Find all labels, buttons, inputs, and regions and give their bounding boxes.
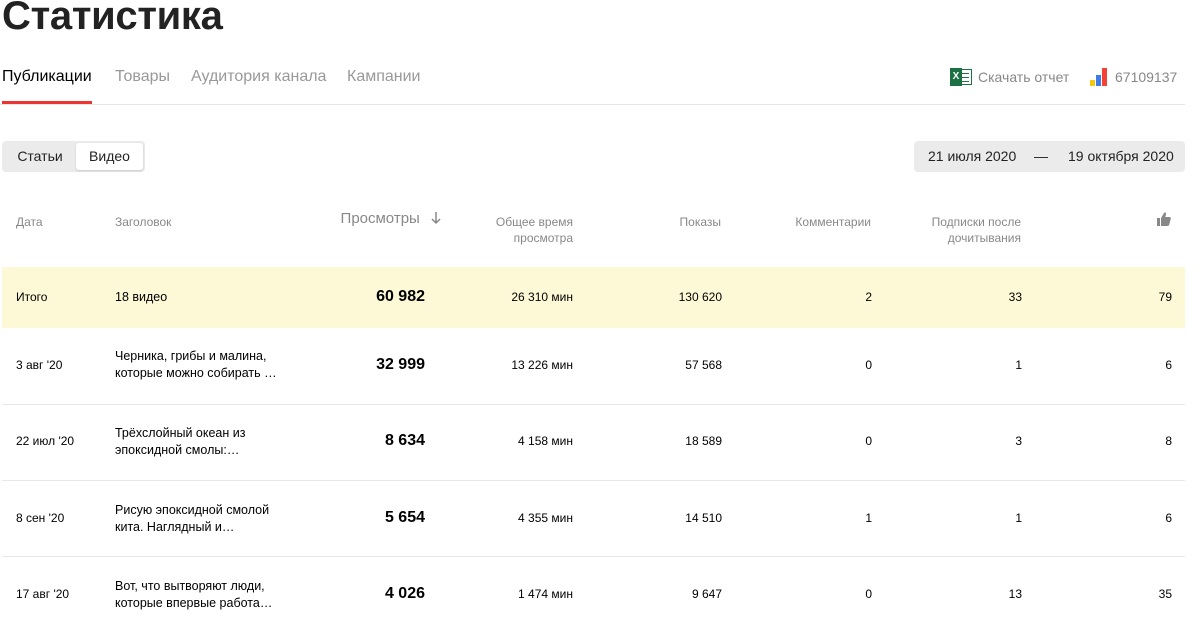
row-shows: 18 589 [685, 434, 722, 448]
total-views: 60 982 [376, 288, 425, 305]
content-type-switch: Статьи Видео [2, 141, 145, 172]
row-title-line2: эпоксидной смолы:… [115, 443, 240, 457]
total-subscriptions: 33 [1008, 290, 1022, 304]
row-subscriptions: 13 [1008, 587, 1022, 601]
row-views: 4 026 [384, 585, 425, 602]
table-row[interactable]: 22 июл '20 Трёхслойный океан из эпоксидн… [2, 405, 1185, 481]
table-row[interactable]: 3 авг '20 Черника, грибы и малина, котор… [2, 328, 1185, 405]
column-header-watch-time[interactable]: Общее время просмотра [460, 214, 573, 246]
counter-id: 67109137 [1115, 69, 1178, 85]
total-watch-time: 26 310 мин [511, 290, 573, 304]
row-comments: 0 [865, 587, 872, 601]
row-title[interactable]: Рисую эпоксидной смолой кита. Наглядный … [115, 502, 285, 536]
row-shows: 14 510 [685, 511, 722, 525]
row-title-line1: Рисую эпоксидной смолой [115, 503, 270, 517]
table-row[interactable]: 17 авг '20 Вот, что вытворяют люди, кото… [2, 557, 1185, 630]
row-date: 3 авг '20 [16, 358, 63, 372]
row-views: 8 634 [384, 432, 425, 449]
column-header-subs-line2: дочитывания [947, 231, 1021, 245]
row-likes: 8 [1165, 434, 1172, 448]
row-watch-time: 4 355 мин [518, 511, 573, 525]
column-header-subs-line1: Подписки после [931, 215, 1021, 229]
metrika-bars-icon [1090, 68, 1107, 86]
date-to[interactable]: 19 октября 2020 [1068, 141, 1174, 172]
row-title-line2: которые впервые работа… [115, 596, 273, 610]
tab-publications[interactable]: Публикации [2, 68, 92, 104]
column-header-shows[interactable]: Показы [620, 214, 721, 230]
table-row[interactable]: 8 сен '20 Рисую эпоксидной смолой кита. … [2, 481, 1185, 557]
total-likes: 79 [1158, 290, 1172, 304]
column-header-likes[interactable] [1150, 212, 1171, 230]
tab-channel-audience[interactable]: Аудитория канала [191, 68, 326, 104]
tab-products[interactable]: Товары [115, 68, 170, 104]
row-title-line1: Трёхслойный океан из [115, 426, 246, 440]
column-header-subscriptions[interactable]: Подписки после дочитывания [900, 214, 1021, 246]
date-range-picker: 21 июля 2020 — 19 октября 2020 [914, 141, 1185, 172]
column-header-watch-time-line2: просмотра [513, 231, 573, 245]
total-shows: 130 620 [678, 290, 722, 304]
download-report-button[interactable]: X Скачать отчет [950, 68, 1069, 86]
row-shows: 57 568 [685, 358, 722, 372]
row-title-line1: Вот, что вытворяют люди, [115, 579, 265, 593]
row-likes: 35 [1158, 587, 1172, 601]
row-comments: 0 [865, 434, 872, 448]
row-subscriptions: 1 [1015, 358, 1022, 372]
download-report-label: Скачать отчет [978, 69, 1070, 85]
thumbs-up-icon [1157, 212, 1171, 226]
column-header-views[interactable]: Просмотры [300, 211, 442, 227]
table-total-row: Итого 18 видео 60 982 26 310 мин 130 620… [2, 267, 1185, 328]
column-header-title: Заголовок [115, 215, 172, 229]
row-views: 5 654 [384, 509, 425, 526]
row-watch-time: 1 474 мин [518, 587, 573, 601]
statistics-page: Статистика Публикации Товары Аудитория к… [0, 0, 1200, 630]
total-count: 18 видео [115, 290, 168, 304]
row-title[interactable]: Вот, что вытворяют люди, которые впервые… [115, 578, 285, 612]
column-header-comments[interactable]: Комментарии [770, 214, 871, 230]
row-views: 32 999 [376, 356, 425, 373]
row-shows: 9 647 [691, 587, 722, 601]
row-watch-time: 13 226 мин [511, 358, 573, 372]
row-title-line2: кита. Наглядный и… [115, 520, 235, 534]
content-type-video[interactable]: Видео [76, 143, 143, 170]
row-comments: 0 [865, 358, 872, 372]
row-date: 22 июл '20 [16, 434, 75, 448]
row-title-line2: которые можно собирать … [115, 366, 277, 380]
row-subscriptions: 3 [1015, 434, 1022, 448]
date-from[interactable]: 21 июля 2020 [928, 141, 1016, 172]
row-title-line1: Черника, грибы и малина, [115, 349, 267, 363]
row-watch-time: 4 158 мин [518, 434, 573, 448]
total-comments: 2 [865, 290, 872, 304]
metrika-counter-link[interactable]: 67109137 [1090, 68, 1177, 86]
row-date: 17 авг '20 [16, 587, 70, 601]
content-type-articles[interactable]: Статьи [4, 143, 76, 170]
arrow-down-icon [431, 212, 441, 225]
row-date: 8 сен '20 [16, 511, 65, 525]
row-likes: 6 [1165, 358, 1172, 372]
excel-icon: X [950, 68, 972, 86]
tab-campaigns[interactable]: Кампании [347, 68, 421, 104]
row-likes: 6 [1165, 511, 1172, 525]
column-header-views-label: Просмотры [340, 210, 420, 227]
page-title: Статистика [2, 0, 223, 38]
row-title[interactable]: Трёхслойный океан из эпоксидной смолы:… [115, 425, 285, 459]
date-separator: — [1034, 148, 1048, 164]
column-header-watch-time-line1: Общее время [495, 215, 573, 229]
row-subscriptions: 1 [1015, 511, 1022, 525]
row-comments: 1 [865, 511, 872, 525]
row-title[interactable]: Черника, грибы и малина, которые можно с… [115, 348, 285, 382]
column-header-date[interactable]: Дата [16, 214, 43, 230]
total-label: Итого [16, 290, 48, 304]
